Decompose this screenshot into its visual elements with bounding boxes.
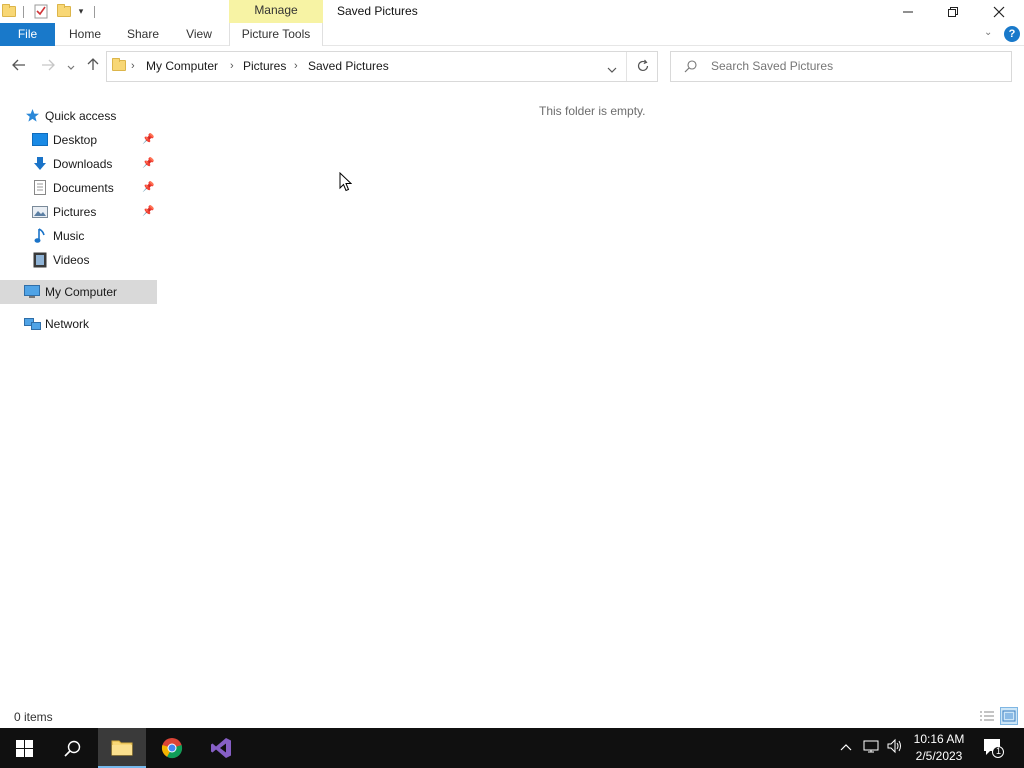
tab-view[interactable]: View — [179, 23, 219, 46]
pin-icon[interactable]: 📌 — [142, 134, 154, 145]
documents-icon — [34, 180, 46, 198]
star-icon — [25, 108, 40, 126]
breadcrumb-saved-pictures[interactable]: Saved Pictures — [308, 52, 389, 81]
start-button[interactable] — [0, 728, 48, 768]
folder-icon — [112, 58, 126, 71]
visual-studio-taskbar-icon[interactable] — [197, 728, 245, 768]
downloads-icon — [33, 156, 47, 175]
pin-icon[interactable]: 📌 — [142, 182, 154, 193]
sidebar-item-label: Videos — [53, 253, 90, 267]
address-dropdown-chevron-icon[interactable] — [607, 63, 617, 77]
sidebar-item-label: My Computer — [45, 285, 118, 299]
breadcrumb-pictures[interactable]: Pictures — [243, 52, 286, 81]
sidebar-item-label: Pictures — [53, 205, 97, 219]
sidebar-item-label: Desktop — [53, 133, 98, 147]
network-icon — [24, 316, 41, 334]
back-button[interactable] — [8, 57, 30, 77]
status-item-count: 0 items — [14, 710, 53, 724]
ribbon-tabs: File Home Share View Picture Tools ⌄ ? — [0, 23, 1024, 46]
close-button[interactable] — [976, 0, 1022, 23]
sidebar-item-label: Network — [45, 317, 90, 331]
sidebar-item-label: Music — [53, 229, 85, 243]
volume-icon[interactable] — [886, 738, 902, 757]
videos-icon — [33, 252, 47, 271]
restore-button[interactable] — [930, 0, 976, 23]
folder-icon — [2, 3, 16, 20]
show-hidden-icons-chevron-icon[interactable] — [840, 739, 852, 754]
refresh-icon[interactable] — [636, 59, 650, 76]
breadcrumb-separator-icon[interactable]: › — [230, 52, 234, 81]
sidebar-item-videos[interactable]: Videos — [0, 248, 157, 272]
breadcrumb-my-computer[interactable]: My Computer — [146, 52, 218, 81]
window-title: Saved Pictures — [337, 4, 418, 18]
chrome-taskbar-icon[interactable] — [148, 728, 196, 768]
toolbar-separator — [92, 3, 96, 20]
sidebar-item-network[interactable]: Network — [0, 312, 157, 336]
minimize-button[interactable] — [885, 0, 931, 23]
mouse-cursor-icon — [339, 171, 353, 195]
breadcrumb-separator-icon[interactable]: › — [294, 52, 298, 81]
help-icon[interactable]: ? — [1004, 26, 1020, 42]
pin-icon[interactable]: 📌 — [142, 158, 154, 169]
desktop-icon — [32, 133, 48, 150]
taskbar: 10:16 AM 2/5/2023 1 — [0, 728, 1024, 768]
clock-date: 2/5/2023 — [915, 749, 963, 763]
navigation-pane: Quick access Desktop 📌 Downloads 📌 Docum… — [0, 104, 157, 704]
forward-button[interactable] — [37, 57, 59, 77]
expand-ribbon-chevron-icon[interactable]: ⌄ — [984, 27, 992, 38]
sidebar-item-label: Quick access — [45, 109, 117, 123]
pictures-icon — [32, 206, 48, 221]
empty-folder-message: This folder is empty. — [539, 104, 646, 118]
tab-home[interactable]: Home — [62, 23, 108, 46]
recent-locations-chevron-icon[interactable] — [62, 57, 80, 77]
action-center-icon[interactable]: 1 — [982, 736, 1004, 761]
sidebar-item-pictures[interactable]: Pictures 📌 — [0, 200, 157, 224]
new-folder-icon[interactable] — [56, 3, 72, 20]
taskbar-clock[interactable]: 10:16 AM 2/5/2023 — [908, 731, 970, 765]
sidebar-item-downloads[interactable]: Downloads 📌 — [0, 152, 157, 176]
notification-badge: 1 — [995, 746, 1001, 756]
tab-share[interactable]: Share — [121, 23, 165, 46]
sidebar-item-label: Documents — [53, 181, 114, 195]
sidebar-item-documents[interactable]: Documents 📌 — [0, 176, 157, 200]
sidebar-item-music[interactable]: Music — [0, 224, 157, 248]
toolbar-separator — [21, 3, 25, 20]
sidebar-item-my-computer[interactable]: My Computer — [0, 280, 157, 304]
sidebar-item-desktop[interactable]: Desktop 📌 — [0, 128, 157, 152]
address-divider — [626, 52, 627, 81]
sidebar-item-quick-access[interactable]: Quick access — [0, 104, 157, 128]
address-bar[interactable]: › My Computer › Pictures › Saved Picture… — [106, 51, 658, 82]
search-icon — [684, 60, 697, 76]
manage-tab[interactable]: Manage — [229, 0, 323, 23]
clock-time: 10:16 AM — [913, 732, 965, 746]
sidebar-item-label: Downloads — [53, 157, 113, 171]
music-icon — [34, 228, 46, 247]
pin-icon[interactable]: 📌 — [142, 206, 154, 217]
customize-toolbar-chevron-icon[interactable]: ▾ — [75, 3, 87, 20]
search-input[interactable]: Search Saved Pictures — [670, 51, 1012, 82]
breadcrumb-separator-icon[interactable]: › — [131, 52, 135, 81]
large-icons-view-icon[interactable] — [1000, 707, 1018, 725]
tab-file[interactable]: File — [0, 23, 55, 46]
title-bar: ▾ Manage Saved Pictures — [0, 0, 1024, 23]
computer-icon — [24, 285, 40, 302]
up-button[interactable] — [82, 57, 104, 77]
tab-picture-tools[interactable]: Picture Tools — [229, 23, 323, 46]
search-placeholder: Search Saved Pictures — [711, 59, 834, 73]
details-view-icon[interactable] — [978, 707, 996, 725]
search-button[interactable] — [48, 728, 96, 768]
file-explorer-taskbar-icon[interactable] — [98, 728, 146, 768]
properties-icon[interactable] — [33, 3, 49, 20]
network-status-icon[interactable] — [863, 738, 879, 757]
